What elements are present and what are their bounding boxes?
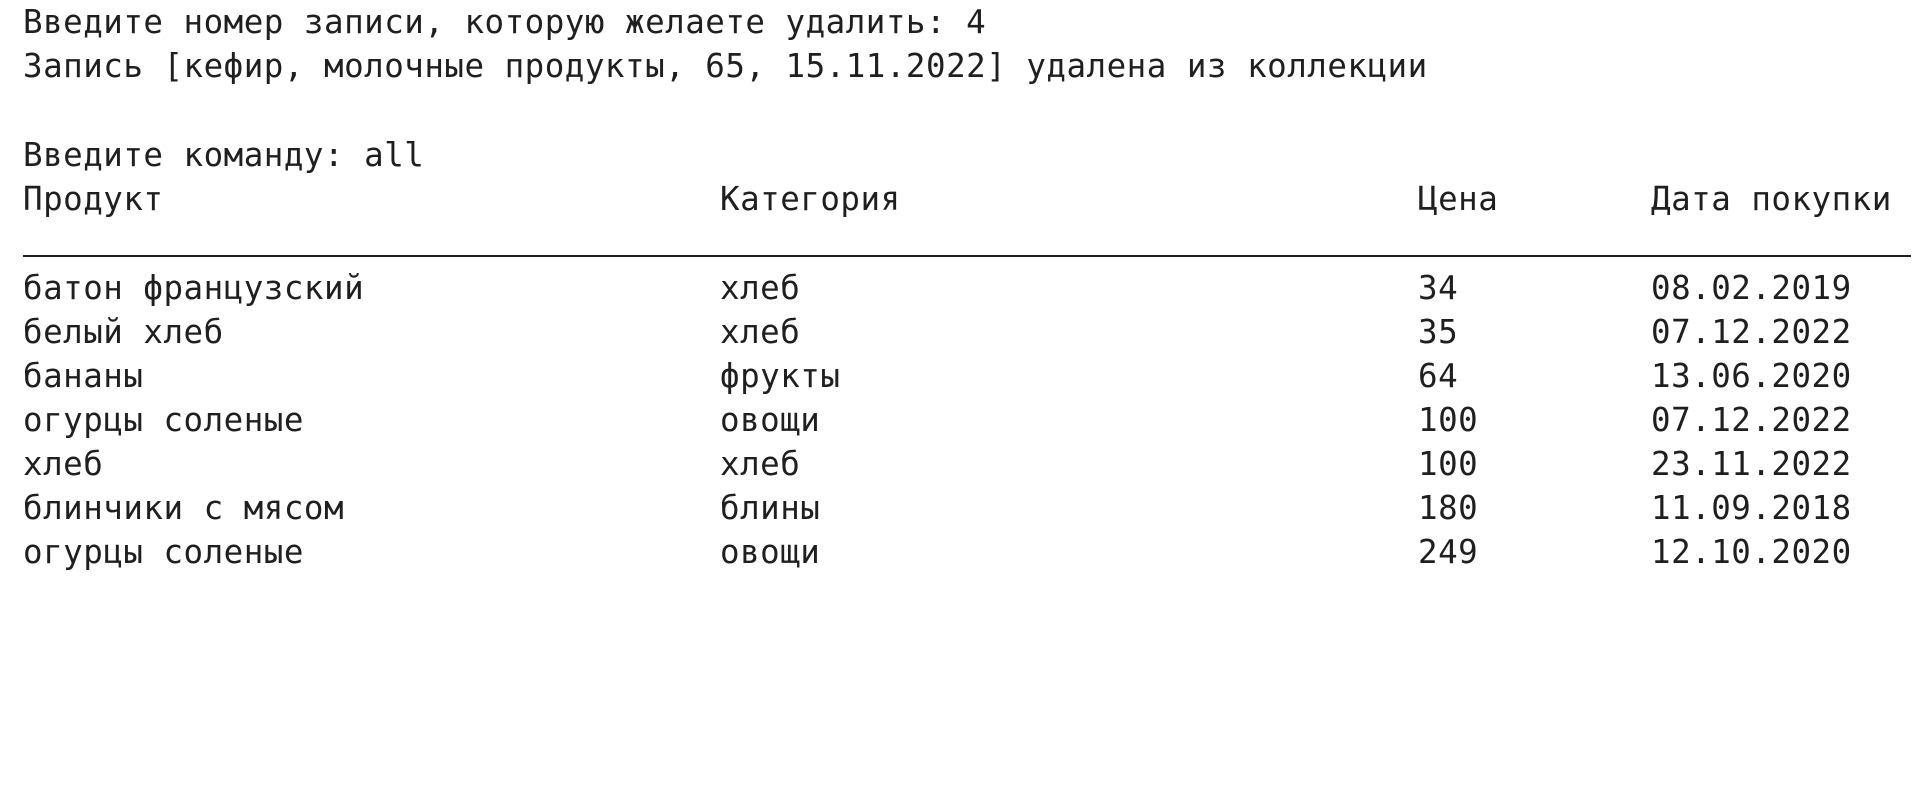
cell-date: 13.06.2020 <box>1651 357 1852 395</box>
cell-product: блинчики с мясом <box>23 489 345 527</box>
table-row: хлеб хлеб 100 23.11.2022 <box>23 442 1851 486</box>
cell-category: овощи <box>720 401 821 439</box>
cell-product: бананы <box>23 357 144 395</box>
cell-price: 35 <box>1418 313 1459 351</box>
header-date: Дата покупки <box>1651 180 1892 218</box>
delete-prompt-line: Введите номер записи, которую желаете уд… <box>23 3 987 41</box>
cell-price: 34 <box>1418 269 1459 307</box>
cell-price: 100 <box>1418 445 1479 483</box>
cell-price: 249 <box>1418 533 1479 571</box>
table-row: огурцы соленые овощи 100 07.12.2022 <box>23 398 1851 442</box>
table-separator <box>23 255 1911 257</box>
cell-category: хлеб <box>720 313 801 351</box>
cell-date: 11.09.2018 <box>1651 489 1852 527</box>
cell-product: белый хлеб <box>23 313 224 351</box>
header-category: Категория <box>720 180 901 218</box>
cell-date: 23.11.2022 <box>1651 445 1852 483</box>
cell-price: 100 <box>1418 401 1479 439</box>
cell-price: 180 <box>1418 489 1479 527</box>
table-row: огурцы соленые овощи 249 12.10.2020 <box>23 530 1851 574</box>
cell-date: 12.10.2020 <box>1651 533 1852 571</box>
cell-price: 64 <box>1418 357 1459 395</box>
header-product: Продукт <box>23 180 164 218</box>
console-output: Введите номер записи, которую желаете уд… <box>23 0 1913 608</box>
table-row: белый хлеб хлеб 35 07.12.2022 <box>23 310 1851 354</box>
cell-category: хлеб <box>720 269 801 307</box>
table-row: бананы фрукты 64 13.06.2020 <box>23 354 1851 398</box>
cell-product: батон французский <box>23 269 365 307</box>
cell-product: хлеб <box>23 445 104 483</box>
command-prompt-line: Введите команду: all <box>23 136 425 174</box>
cell-date: 08.02.2019 <box>1651 269 1852 307</box>
cell-category: овощи <box>720 533 821 571</box>
cell-category: фрукты <box>720 357 841 395</box>
table-row: блинчики с мясом блины 180 11.09.2018 <box>23 486 1851 530</box>
cell-date: 07.12.2022 <box>1651 313 1852 351</box>
cell-category: блины <box>720 489 821 527</box>
delete-result-line: Запись [кефир, молочные продукты, 65, 15… <box>23 47 1428 85</box>
cell-product: огурцы соленые <box>23 401 304 439</box>
cell-category: хлеб <box>720 445 801 483</box>
header-price: Цена <box>1418 180 1499 218</box>
cell-date: 07.12.2022 <box>1651 401 1852 439</box>
cell-product: огурцы соленые <box>23 533 304 571</box>
table-row: батон французский хлеб 34 08.02.2019 <box>23 266 1851 310</box>
table-header-row: Продукт Категория Цена Дата покупки <box>23 177 1891 221</box>
